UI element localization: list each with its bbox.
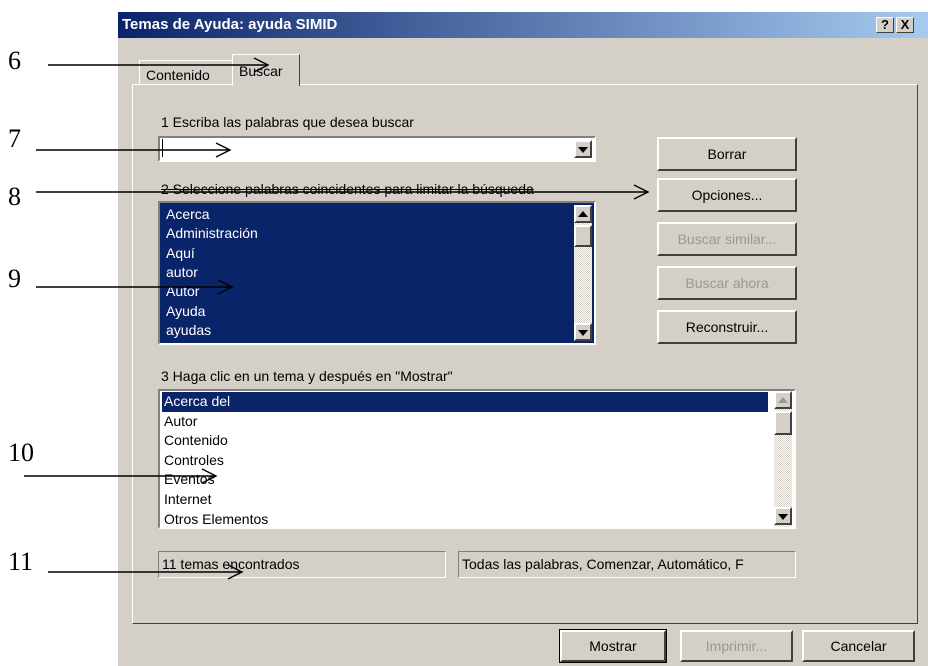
annotation-arrow-10 bbox=[24, 468, 218, 484]
annotation-arrow-8 bbox=[36, 184, 650, 200]
annotation-arrow-11 bbox=[48, 564, 244, 580]
annotation-arrow-9 bbox=[36, 279, 234, 295]
annotation-arrows bbox=[24, 57, 650, 580]
annotation-arrow-6 bbox=[48, 57, 270, 73]
annotation-arrow-7 bbox=[36, 142, 232, 158]
